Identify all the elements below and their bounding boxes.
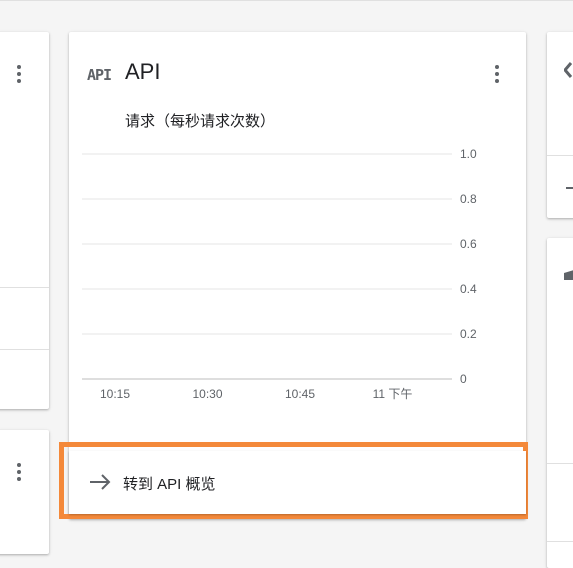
arrow-forward-icon	[90, 474, 111, 490]
y-tick-label: 0	[460, 372, 467, 386]
x-tick-label: 10:30	[192, 387, 222, 401]
chart-grid	[82, 153, 452, 380]
left-card-divider-2	[0, 349, 49, 350]
y-axis-ticks: 1.0 0.8 0.6 0.4 0.2 0	[460, 147, 477, 386]
tag-icon	[564, 62, 573, 78]
left-card-top	[0, 32, 49, 409]
y-tick-label: 0.2	[460, 327, 477, 341]
top-divider	[0, 0, 573, 1]
right-card-dash-icon	[566, 187, 573, 189]
left-card-bottom-menu-icon[interactable]	[7, 460, 31, 484]
right-card-top	[547, 32, 573, 218]
left-card-bottom	[0, 430, 49, 554]
chart-icon	[564, 270, 573, 280]
x-axis-ticks: 10:15 10:30 10:45 11 下午	[100, 387, 412, 401]
y-tick-label: 0.6	[460, 237, 477, 251]
y-tick-label: 0.8	[460, 192, 477, 206]
goto-api-overview-label: 转到 API 概览	[123, 476, 216, 493]
x-tick-label: 11 下午	[373, 387, 413, 401]
left-card-menu-icon[interactable]	[7, 62, 31, 86]
x-tick-label: 10:15	[100, 387, 130, 401]
right-card-bottom	[547, 238, 573, 568]
left-card-divider-1	[0, 287, 49, 288]
right-card-bottom-divider-1	[547, 463, 573, 464]
right-card-divider	[547, 155, 573, 156]
y-tick-label: 0.4	[460, 282, 477, 296]
x-tick-label: 10:45	[285, 387, 315, 401]
right-card-bottom-divider-2	[547, 541, 573, 542]
goto-api-overview-button[interactable]: 转到 API 概览	[69, 451, 526, 514]
y-tick-label: 1.0	[460, 147, 477, 161]
requests-chart: 1.0 0.8 0.6 0.4 0.2 0 10:15 10:30 10:45 11 下午	[82, 147, 477, 401]
